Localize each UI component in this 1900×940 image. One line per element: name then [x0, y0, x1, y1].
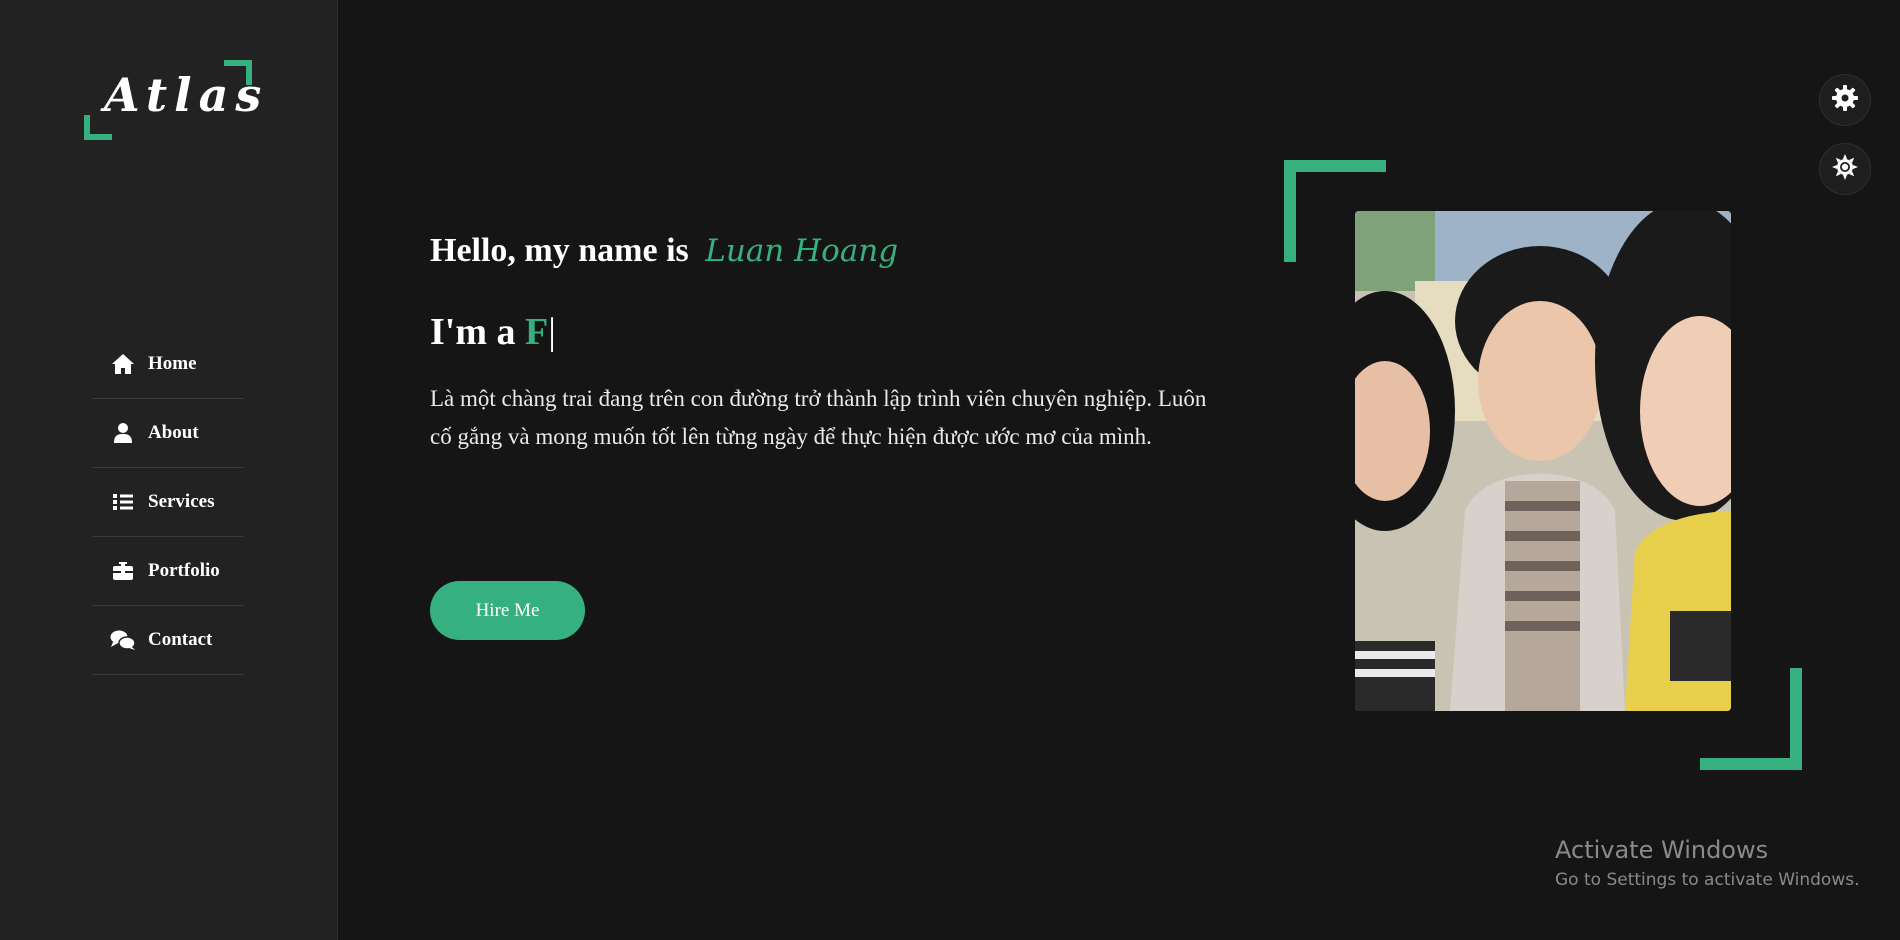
sidebar-item-label: Contact [148, 629, 213, 650]
hero-role: I'm a F| [430, 310, 556, 354]
gear-icon [1831, 84, 1859, 117]
hero-bio: Là một chàng trai đang trên con đường tr… [430, 386, 1207, 449]
hero-greeting: Hello, my name is Luan Hoang [430, 232, 898, 270]
list-icon [110, 491, 136, 513]
sidebar-item-portfolio[interactable]: Portfolio [92, 537, 244, 606]
typing-caret: | [548, 311, 556, 353]
sidebar-item-label: About [148, 422, 199, 443]
sidebar-nav: Home About Services Portfolio Contact [92, 330, 244, 675]
logo[interactable]: Atlas [84, 60, 261, 140]
hire-me-button[interactable]: Hire Me [430, 581, 585, 640]
logo-text: Atlas [104, 68, 269, 122]
sidebar-item-label: Portfolio [148, 560, 220, 581]
user-icon [110, 422, 136, 444]
sidebar: Atlas Home About Services Portfolio Cont… [0, 0, 338, 940]
sidebar-item-label: Home [148, 353, 197, 374]
theme-toggle-button[interactable] [1819, 143, 1871, 195]
windows-activation-watermark: Activate Windows Go to Settings to activ… [1555, 836, 1860, 890]
sun-icon [1831, 153, 1859, 186]
settings-button[interactable] [1819, 74, 1871, 126]
sidebar-item-home[interactable]: Home [92, 330, 244, 399]
sidebar-item-contact[interactable]: Contact [92, 606, 244, 675]
comments-icon [110, 629, 136, 651]
sidebar-item-label: Services [148, 491, 215, 512]
sidebar-item-services[interactable]: Services [92, 468, 244, 537]
hero-name: Luan Hoang [705, 233, 899, 269]
watermark-subtitle: Go to Settings to activate Windows. [1555, 870, 1860, 890]
briefcase-icon [110, 560, 136, 582]
role-typed-text: F [525, 311, 549, 353]
watermark-title: Activate Windows [1555, 836, 1769, 864]
page: Atlas Home About Services Portfolio Cont… [0, 0, 1900, 940]
profile-photo [1355, 211, 1731, 711]
sidebar-item-about[interactable]: About [92, 399, 244, 468]
profile-photo-illustration [1355, 211, 1731, 711]
role-prefix: I'm a [430, 311, 516, 353]
home-icon [110, 353, 136, 375]
greeting-text: Hello, my name is [430, 232, 689, 269]
